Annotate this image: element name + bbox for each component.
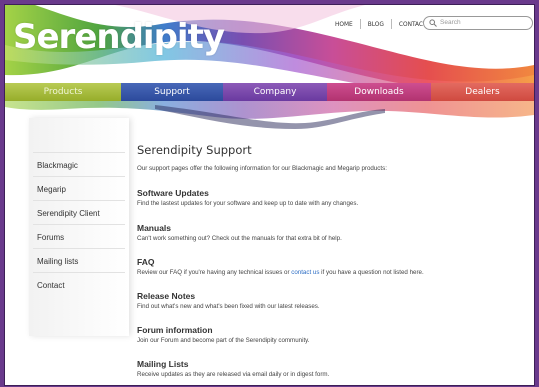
sidebar-divider — [33, 272, 125, 273]
software-updates-heading[interactable]: Software Updates — [137, 188, 209, 198]
main-menu: Products Support Company Downloads Deale… — [5, 83, 534, 101]
menu-downloads[interactable]: Downloads — [327, 83, 431, 101]
release-notes-desc: Find out what's new and what's been fixe… — [137, 303, 320, 310]
sidebar-item-contact[interactable]: Contact — [37, 281, 65, 290]
forum-information-heading[interactable]: Forum information — [137, 325, 213, 335]
software-updates-desc: Find the lastest updates for your softwa… — [137, 200, 359, 207]
blog-link[interactable]: BLOG — [361, 19, 392, 29]
top-nav: HOME BLOG CONTACT — [328, 19, 434, 29]
sidebar-item-mailing-lists[interactable]: Mailing lists — [37, 257, 78, 266]
manuals-heading[interactable]: Manuals — [137, 223, 171, 233]
sidebar-divider — [33, 200, 125, 201]
sidebar: Blackmagic Megarip Serendipity Client Fo… — [29, 118, 129, 336]
faq-desc-post: if you have a question not listed here. — [319, 269, 424, 276]
search-input[interactable]: Search — [423, 16, 533, 30]
faq-heading[interactable]: FAQ — [137, 257, 154, 267]
manuals-desc: Can't work something out? Check out the … — [137, 235, 342, 242]
mailing-lists-heading[interactable]: Mailing Lists — [137, 359, 188, 369]
mailing-lists-desc: Receive updates as they are released via… — [137, 371, 330, 378]
forum-information-desc: Join our Forum and become part of the Se… — [137, 337, 310, 344]
sidebar-divider — [33, 152, 125, 153]
menu-products[interactable]: Products — [5, 83, 121, 101]
contact-us-link[interactable]: contact us — [291, 269, 319, 276]
faq-desc-pre: Review our FAQ if you're having any tech… — [137, 269, 292, 276]
page-title: Serendipity Support — [137, 143, 252, 157]
search-icon — [429, 19, 437, 27]
sidebar-item-forums[interactable]: Forums — [37, 233, 64, 242]
sidebar-item-megarip[interactable]: Megarip — [37, 185, 66, 194]
release-notes-heading[interactable]: Release Notes — [137, 291, 195, 301]
home-link[interactable]: HOME — [328, 19, 361, 29]
faq-desc: Review our FAQ if you're having any tech… — [137, 269, 424, 276]
serendipity-logo[interactable]: Serendipity — [13, 17, 225, 57]
menu-support[interactable]: Support — [121, 83, 223, 101]
search-placeholder: Search — [440, 19, 461, 26]
sidebar-divider — [33, 248, 125, 249]
sidebar-divider — [33, 176, 125, 177]
menu-company[interactable]: Company — [223, 83, 327, 101]
browser-page: Serendipity HOME BLOG CONTACT Search Pro… — [4, 4, 535, 386]
intro-text: Our support pages offer the following in… — [137, 165, 387, 172]
menu-dealers[interactable]: Dealers — [431, 83, 534, 101]
sidebar-item-blackmagic[interactable]: Blackmagic — [37, 161, 78, 170]
sidebar-item-serendipity-client[interactable]: Serendipity Client — [37, 209, 100, 218]
sidebar-divider — [33, 224, 125, 225]
